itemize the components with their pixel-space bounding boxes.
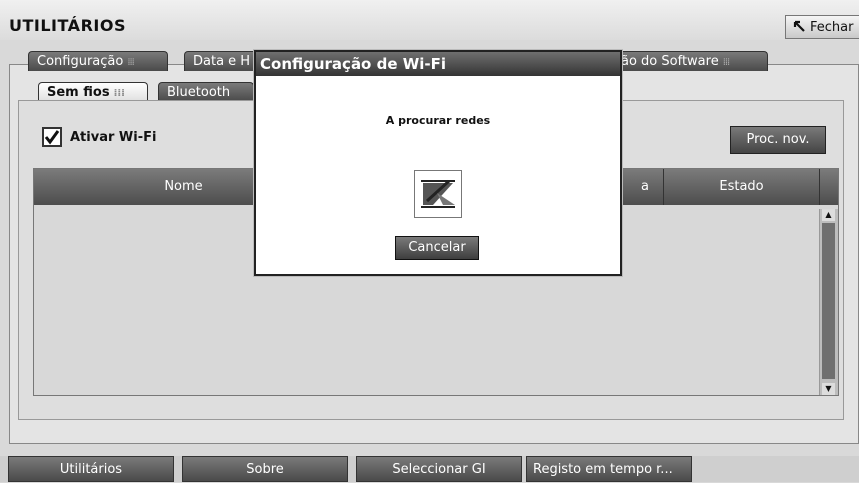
wifi-enable-checkbox[interactable] [42, 127, 62, 147]
close-arrow-icon [793, 20, 805, 32]
subtab-label: Bluetooth [167, 85, 231, 100]
wifi-config-dialog: Configuração de Wi-Fi A procurar redes C… [254, 50, 622, 276]
nav-registo-tempo-real[interactable]: Registo em tempo r... [526, 456, 692, 482]
scroll-down-icon[interactable]: ▼ [822, 383, 835, 395]
tab-configuracao[interactable]: Configuração ⁞⁞⁞ [28, 51, 168, 71]
subtab-sem-fios[interactable]: Sem fios ⁞⁞⁞ [38, 82, 148, 101]
cancel-button[interactable]: Cancelar [395, 236, 479, 260]
tab-label: ão do Software [621, 54, 719, 69]
close-button[interactable]: Fechar [785, 15, 859, 39]
tab-label: Data e H [193, 54, 251, 69]
grip-icon: ⁞⁞⁞ [113, 88, 125, 99]
checkmark-icon [44, 130, 60, 145]
page-title: UTILITÁRIOS [9, 16, 126, 35]
wifi-enable-label: Ativar Wi-Fi [70, 130, 157, 145]
hourglass-icon [414, 170, 462, 218]
title-bar: UTILITÁRIOS Fechar [0, 0, 859, 40]
bottom-nav: Utilitários Sobre Seleccionar GI Registo… [0, 456, 859, 482]
dialog-message: A procurar redes [385, 114, 491, 127]
scroll-thumb[interactable] [822, 223, 835, 379]
grip-icon: ⁞⁞⁞ [722, 57, 730, 68]
subtab-label: Sem fios [47, 85, 110, 100]
col-estado[interactable]: Estado [664, 169, 820, 205]
nav-seleccionar-gi[interactable]: Seleccionar GI [356, 456, 522, 482]
tab-label: Configuração [37, 54, 124, 69]
tab-data-e-hora[interactable]: Data e H [184, 51, 260, 71]
subtab-bluetooth[interactable]: Bluetooth [158, 82, 254, 101]
grip-icon: ⁞⁞⁞ [127, 57, 134, 68]
col-seguranca-label: a [641, 179, 649, 194]
table-scrollbar[interactable]: ▲ ▼ [819, 209, 838, 395]
nav-sobre[interactable]: Sobre [182, 456, 348, 482]
scroll-up-icon[interactable]: ▲ [822, 209, 835, 221]
close-label: Fechar [810, 20, 854, 35]
dialog-title: Configuração de Wi-Fi [256, 52, 620, 76]
nav-utilitarios[interactable]: Utilitários [8, 456, 174, 482]
rescan-button[interactable]: Proc. nov. [730, 126, 826, 154]
tab-versao-software[interactable]: ão do Software ⁞⁞⁞ [612, 51, 768, 71]
